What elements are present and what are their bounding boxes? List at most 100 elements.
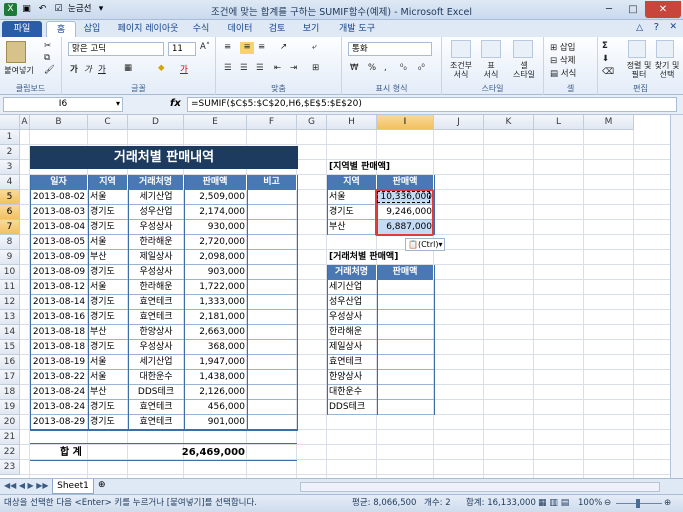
region-cell[interactable]: 경기도 [90, 295, 126, 310]
column-header-m[interactable]: M [584, 115, 634, 130]
conditional-format-icon[interactable] [448, 40, 474, 60]
column-header-e[interactable]: E [184, 115, 247, 130]
align-top-icon[interactable]: ≡ [224, 42, 231, 52]
amount-cell[interactable]: 456,000 [186, 400, 245, 415]
client-cell[interactable]: 성우산업 [130, 205, 182, 220]
region-table-header[interactable]: 지역 [327, 175, 377, 190]
underline-icon[interactable]: 가 [98, 63, 106, 75]
border-icon[interactable]: ▦ [124, 63, 132, 73]
date-cell[interactable]: 2013-08-18 [32, 325, 86, 340]
main-table-header[interactable]: 거래처명 [128, 175, 184, 190]
column-header-k[interactable]: K [484, 115, 534, 130]
sort-filter-icon[interactable] [628, 40, 646, 61]
bold-icon[interactable]: 가 [70, 63, 78, 75]
region-cell[interactable]: 경기도 [90, 310, 126, 325]
sheet-nav-icon[interactable]: ◀◀ ◀ ▶ ▶▶ [4, 481, 49, 490]
zoom-level[interactable]: 100% [578, 495, 602, 512]
amount-cell[interactable]: 1,438,000 [186, 370, 245, 385]
font-name-combo[interactable]: 맑은 고딕 [68, 42, 164, 56]
currency-icon[interactable]: ₩ [350, 63, 358, 73]
client-name-cell[interactable]: 대한운수 [329, 385, 375, 400]
date-cell[interactable]: 2013-08-05 [32, 235, 86, 250]
date-cell[interactable]: 2013-08-04 [32, 220, 86, 235]
region-name-cell[interactable]: 경기도 [329, 205, 375, 220]
date-cell[interactable]: 2013-08-09 [32, 250, 86, 265]
client-cell[interactable]: 우성상사 [130, 220, 182, 235]
tab-data[interactable]: 데이터 [222, 21, 258, 37]
italic-icon[interactable]: 가 [84, 63, 92, 75]
amount-cell[interactable]: 2,720,000 [186, 235, 245, 250]
amount-cell[interactable]: 903,000 [186, 265, 245, 280]
amount-cell[interactable]: 2,181,000 [186, 310, 245, 325]
client-cell[interactable]: 우성상사 [130, 340, 182, 355]
client-cell[interactable]: 세기산업 [130, 355, 182, 370]
format-painter-icon[interactable]: 🖌 [44, 65, 55, 75]
column-header-f[interactable]: F [247, 115, 297, 130]
client-cell[interactable]: 한양상사 [130, 325, 182, 340]
amount-cell[interactable]: 1,947,000 [186, 355, 245, 370]
row-header-19[interactable]: 19 [0, 400, 20, 415]
tab-review[interactable]: 검토 [262, 21, 292, 37]
row-header-11[interactable]: 11 [0, 280, 20, 295]
paste-icon[interactable] [6, 41, 28, 63]
column-header-a[interactable]: A [20, 115, 30, 130]
row-header-17[interactable]: 17 [0, 370, 20, 385]
zoom-slider-thumb[interactable] [636, 499, 640, 508]
client-name-cell[interactable]: 한양상사 [329, 370, 375, 385]
row-header-23[interactable]: 23 [0, 460, 20, 475]
client-cell[interactable]: 세기산업 [130, 190, 182, 205]
date-cell[interactable]: 2013-08-29 [32, 415, 86, 430]
name-box[interactable]: I6 [3, 97, 123, 112]
row-header-22[interactable]: 22 [0, 445, 20, 460]
column-header-b[interactable]: B [30, 115, 88, 130]
client-cell[interactable]: DDS테크 [130, 385, 182, 400]
conditional-format-button[interactable]: 조건부 서식 [444, 61, 478, 79]
row-header-13[interactable]: 13 [0, 310, 20, 325]
region-name-cell[interactable]: 부산 [329, 220, 375, 235]
sheet-tab-sheet1[interactable]: Sheet1 [52, 479, 94, 494]
client-name-cell[interactable]: 세기산업 [329, 280, 375, 295]
main-table-header[interactable]: 비고 [247, 175, 297, 190]
row-header-16[interactable]: 16 [0, 355, 20, 370]
tab-page-layout[interactable]: 페이지 레이아웃 [110, 21, 186, 37]
client-cell[interactable]: 한라해운 [130, 280, 182, 295]
total-label[interactable]: 합 계 [60, 445, 120, 460]
find-select-button[interactable]: 찾기 및 선택 [652, 61, 682, 79]
insert-function-icon[interactable]: fx [170, 98, 181, 109]
font-size-combo[interactable]: 11 [168, 42, 196, 56]
region-cell[interactable]: 서울 [90, 355, 126, 370]
client-table-header[interactable]: 거래처명 [327, 265, 377, 280]
amount-cell[interactable]: 1,333,000 [186, 295, 245, 310]
client-name-cell[interactable]: 성우산업 [329, 295, 375, 310]
row-header-14[interactable]: 14 [0, 325, 20, 340]
region-cell[interactable]: 부산 [90, 385, 126, 400]
date-cell[interactable]: 2013-08-14 [32, 295, 86, 310]
client-table-title[interactable]: [거래처별 판매액] [329, 250, 449, 265]
client-cell[interactable]: 효연테크 [130, 295, 182, 310]
row-header-4[interactable]: 4 [0, 175, 20, 190]
region-cell[interactable]: 부산 [90, 325, 126, 340]
orientation-icon[interactable]: ↗ [280, 42, 287, 52]
clear-icon[interactable]: ⌫ [602, 67, 614, 77]
insert-cells-button[interactable]: ⊞ 삽입 [550, 41, 575, 53]
date-cell[interactable]: 2013-08-22 [32, 370, 86, 385]
help-icon[interactable]: ? [654, 22, 659, 33]
region-cell[interactable]: 서울 [90, 235, 126, 250]
tab-file[interactable]: 파일 [2, 21, 42, 37]
date-cell[interactable]: 2013-08-24 [32, 400, 86, 415]
delete-cells-button[interactable]: ⊟ 삭제 [550, 54, 575, 66]
region-cell[interactable]: 경기도 [90, 265, 126, 280]
tab-home[interactable]: 홈 [46, 21, 76, 37]
date-cell[interactable]: 2013-08-18 [32, 340, 86, 355]
column-header-d[interactable]: D [128, 115, 184, 130]
row-header-5[interactable]: 5 [0, 190, 20, 205]
amount-cell[interactable]: 930,000 [186, 220, 245, 235]
client-cell[interactable]: 한라해운 [130, 235, 182, 250]
date-cell[interactable]: 2013-08-16 [32, 310, 86, 325]
date-cell[interactable]: 2013-08-24 [32, 385, 86, 400]
region-name-cell[interactable]: 서울 [329, 190, 375, 205]
find-select-icon[interactable] [656, 40, 674, 61]
region-cell[interactable]: 경기도 [90, 220, 126, 235]
worksheet-grid[interactable]: A B C D E F G H I J K L M 1 2 3 4 5 6 7 8 9 10 11 12 13 14 15 16 17 18… [0, 115, 683, 478]
new-sheet-icon[interactable]: ⊕ [98, 480, 106, 490]
